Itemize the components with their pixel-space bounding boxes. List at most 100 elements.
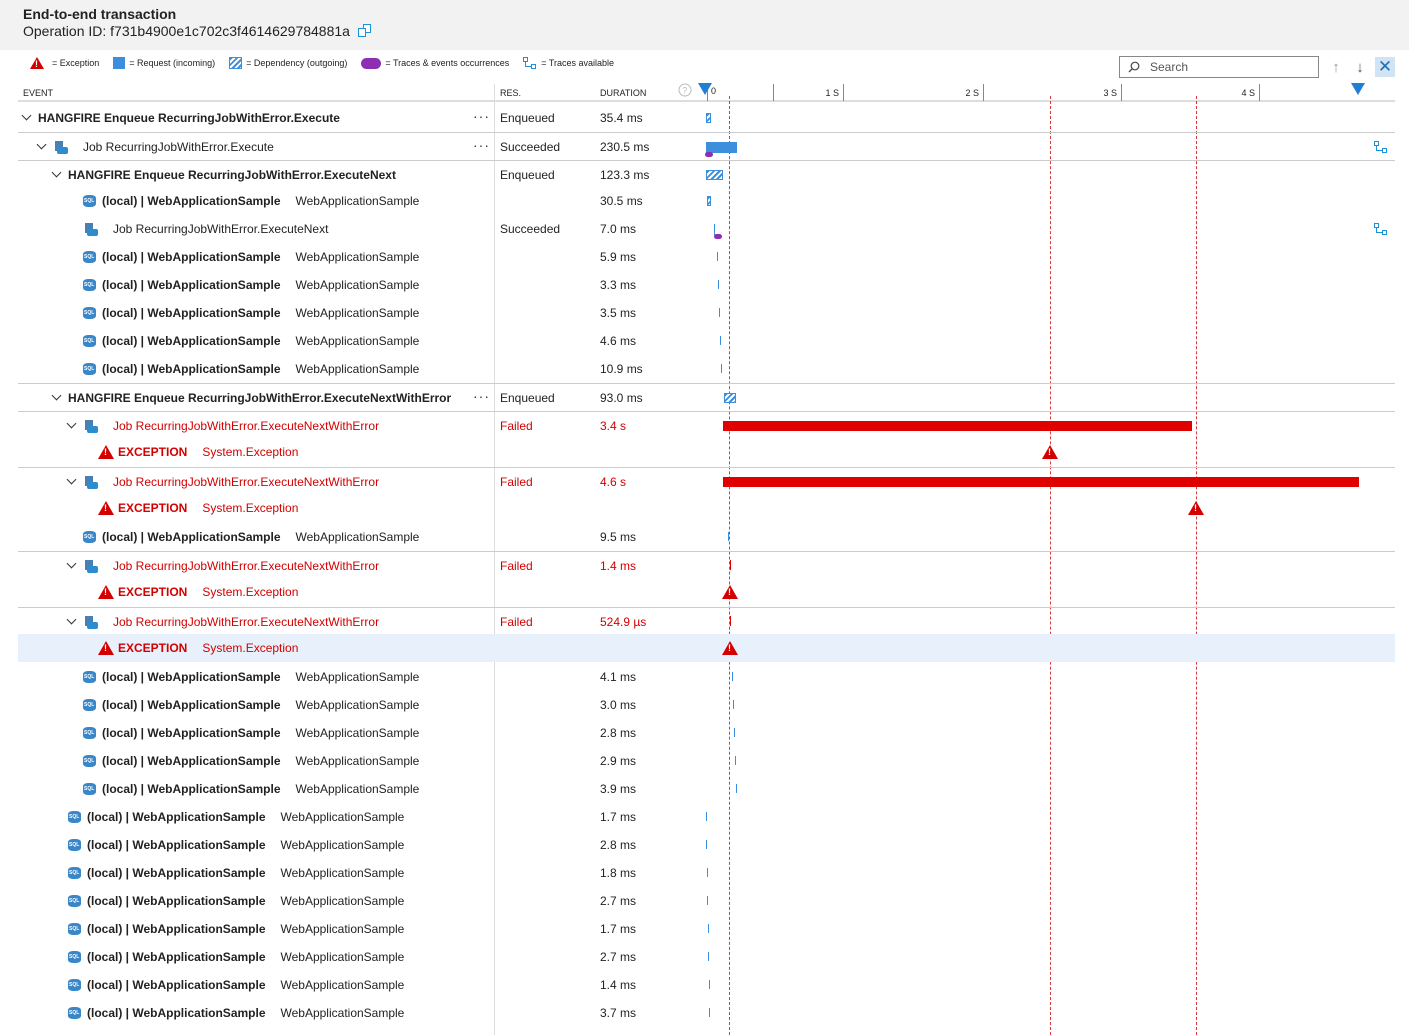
previous-result-button[interactable]: ↑ xyxy=(1326,57,1346,77)
event-row[interactable]: EXCEPTION System.Exception xyxy=(18,634,1395,662)
timeline-bar[interactable] xyxy=(709,1008,710,1017)
job-request-icon xyxy=(83,559,99,573)
event-row[interactable]: (local) | WebApplicationSample WebApplica… xyxy=(18,271,1395,299)
event-row[interactable]: HANGFIRE Enqueue RecurringJobWithError.E… xyxy=(18,383,1395,411)
timeline-bar[interactable] xyxy=(728,532,729,541)
help-icon[interactable]: ? xyxy=(678,83,692,97)
timeline-end-handle[interactable] xyxy=(1351,83,1365,95)
timeline-bar[interactable] xyxy=(717,252,718,261)
timeline-bar[interactable] xyxy=(736,784,737,793)
event-row[interactable]: Job RecurringJobWithError.ExecuteNextWit… xyxy=(18,411,1395,439)
chevron-down-icon[interactable] xyxy=(67,421,77,431)
timeline-bar[interactable] xyxy=(706,840,707,849)
event-row[interactable]: (local) | WebApplicationSample WebApplica… xyxy=(18,971,1395,999)
event-row[interactable]: HANGFIRE Enqueue RecurringJobWithError.E… xyxy=(18,160,1395,188)
event-row[interactable]: Job RecurringJobWithError.ExecuteNextWit… xyxy=(18,551,1395,579)
timeline-bar[interactable] xyxy=(708,952,709,961)
timeline-bar[interactable] xyxy=(714,223,715,235)
event-row[interactable]: (local) | WebApplicationSample WebApplica… xyxy=(18,663,1395,691)
next-result-button[interactable]: ↓ xyxy=(1350,57,1370,77)
timeline-bar[interactable] xyxy=(707,868,708,877)
event-duration: 230.5 ms xyxy=(600,140,650,154)
event-row[interactable]: (local) | WebApplicationSample WebApplica… xyxy=(18,859,1395,887)
event-row[interactable]: (local) | WebApplicationSample WebApplica… xyxy=(18,999,1395,1027)
timeline-bar[interactable] xyxy=(706,141,737,153)
timeline-bar[interactable] xyxy=(724,393,736,403)
event-duration: 3.9 ms xyxy=(600,782,637,796)
timeline-bar[interactable] xyxy=(706,170,723,180)
timeline-bar[interactable] xyxy=(706,812,707,821)
timeline-bar[interactable] xyxy=(723,477,1359,487)
timeline-bar[interactable] xyxy=(730,616,731,626)
event-row[interactable]: Job RecurringJobWithError.Execute ··· Succ… xyxy=(18,132,1395,160)
chevron-down-icon[interactable] xyxy=(52,170,62,180)
event-row[interactable]: EXCEPTION System.Exception xyxy=(18,438,1395,466)
event-name: (local) | WebApplicationSample xyxy=(102,670,281,684)
timeline-bar[interactable] xyxy=(707,896,708,905)
timeline-start-handle[interactable] xyxy=(698,83,712,95)
sql-database-icon xyxy=(83,782,96,796)
exception-marker[interactable] xyxy=(1188,501,1204,515)
timeline-bar[interactable] xyxy=(719,308,720,317)
trace-occurrence-marker[interactable] xyxy=(714,234,722,239)
event-row[interactable]: (local) | WebApplicationSample WebApplica… xyxy=(18,691,1395,719)
timeline-bar[interactable] xyxy=(718,280,719,289)
event-row[interactable]: Job RecurringJobWithError.ExecuteNextWit… xyxy=(18,607,1395,635)
timeline-bar[interactable] xyxy=(734,728,735,737)
exception-marker[interactable] xyxy=(722,641,738,655)
legend-exception: = Exception xyxy=(30,57,99,69)
timeline-bar[interactable] xyxy=(735,756,736,765)
event-row[interactable]: (local) | WebApplicationSample WebApplica… xyxy=(18,523,1395,551)
column-duration[interactable]: DURATION xyxy=(600,88,646,98)
chevron-down-icon[interactable] xyxy=(52,393,62,403)
event-row[interactable]: (local) | WebApplicationSample WebApplica… xyxy=(18,719,1395,747)
legend: = Exception = Request (incoming) = Depen… xyxy=(30,55,628,71)
event-row[interactable]: (local) | WebApplicationSample WebApplica… xyxy=(18,775,1395,803)
trace-occurrence-marker[interactable] xyxy=(705,152,713,157)
event-row[interactable]: (local) | WebApplicationSample WebApplica… xyxy=(18,915,1395,943)
timeline-bar[interactable] xyxy=(732,672,733,681)
timeline-bar[interactable] xyxy=(723,421,1192,431)
event-row[interactable]: (local) | WebApplicationSample WebApplica… xyxy=(18,803,1395,831)
copy-icon[interactable] xyxy=(357,24,372,37)
search-input[interactable]: Search xyxy=(1119,56,1319,78)
event-row[interactable]: (local) | WebApplicationSample WebApplica… xyxy=(18,355,1395,383)
event-row[interactable]: Job RecurringJobWithError.ExecuteNext Suc… xyxy=(18,215,1395,243)
event-row[interactable]: (local) | WebApplicationSample WebApplica… xyxy=(18,831,1395,859)
traces-available-icon[interactable] xyxy=(1374,141,1388,153)
timeline-bar[interactable] xyxy=(709,980,710,989)
exception-marker[interactable] xyxy=(722,585,738,599)
event-row[interactable]: (local) | WebApplicationSample WebApplica… xyxy=(18,299,1395,327)
chevron-down-icon[interactable] xyxy=(67,477,77,487)
timeline-bar[interactable] xyxy=(720,336,721,345)
column-res[interactable]: RES. xyxy=(500,88,521,98)
exception-marker[interactable] xyxy=(1042,445,1058,459)
traces-available-icon[interactable] xyxy=(1374,223,1388,235)
event-row[interactable]: EXCEPTION System.Exception xyxy=(18,494,1395,522)
timeline-bar[interactable] xyxy=(733,700,734,709)
timeline-bar[interactable] xyxy=(730,560,731,570)
event-row[interactable]: Job RecurringJobWithError.ExecuteNextWit… xyxy=(18,467,1395,495)
more-options-icon[interactable]: ··· xyxy=(473,384,490,412)
more-options-icon[interactable]: ··· xyxy=(473,133,490,161)
timeline-bar[interactable] xyxy=(706,113,711,123)
event-row[interactable]: (local) | WebApplicationSample WebApplica… xyxy=(18,187,1395,215)
more-options-icon[interactable]: ··· xyxy=(473,104,490,132)
event-row[interactable]: (local) | WebApplicationSample WebApplica… xyxy=(18,943,1395,971)
event-row[interactable]: (local) | WebApplicationSample WebApplica… xyxy=(18,243,1395,271)
timeline-bar[interactable] xyxy=(707,196,711,206)
event-row[interactable]: HANGFIRE Enqueue RecurringJobWithError.E… xyxy=(18,104,1395,132)
chevron-down-icon[interactable] xyxy=(22,113,32,123)
event-name: Job RecurringJobWithError.ExecuteNextWit… xyxy=(113,419,380,433)
column-event[interactable]: EVENT xyxy=(23,88,53,98)
chevron-down-icon[interactable] xyxy=(67,617,77,627)
timeline-bar[interactable] xyxy=(721,364,722,373)
close-button[interactable]: ✕ xyxy=(1375,57,1395,77)
chevron-down-icon[interactable] xyxy=(67,561,77,571)
timeline-bar[interactable] xyxy=(708,924,709,933)
event-row[interactable]: (local) | WebApplicationSample WebApplica… xyxy=(18,327,1395,355)
event-row[interactable]: (local) | WebApplicationSample WebApplica… xyxy=(18,887,1395,915)
event-row[interactable]: EXCEPTION System.Exception xyxy=(18,578,1395,606)
event-row[interactable]: (local) | WebApplicationSample WebApplica… xyxy=(18,747,1395,775)
chevron-down-icon[interactable] xyxy=(37,142,47,152)
